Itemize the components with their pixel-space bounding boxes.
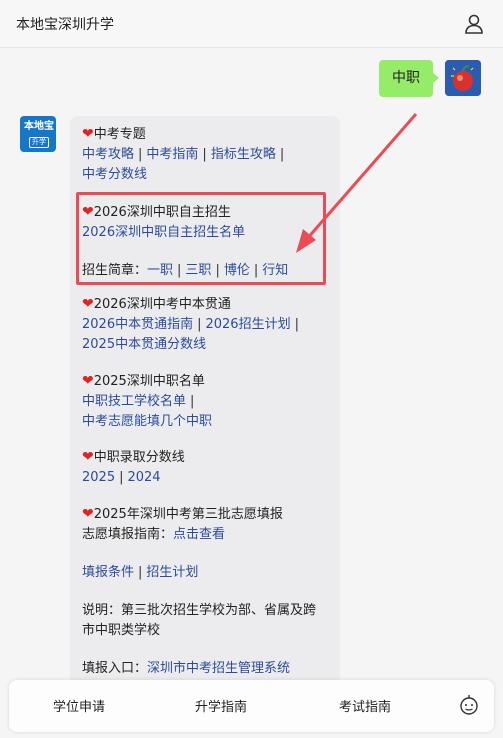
separator: | bbox=[119, 470, 124, 485]
section-title: 2025年深圳中考第三批志愿填报 bbox=[93, 507, 283, 522]
link-year-2025[interactable]: 2025 bbox=[82, 470, 115, 485]
link-exam-scores[interactable]: 中考分数线 bbox=[82, 167, 147, 182]
bot-avatar: 本地宝 升学 bbox=[20, 116, 56, 152]
link-admission-system[interactable]: 深圳市中考招生管理系统 bbox=[147, 661, 290, 676]
link-vocational-choices[interactable]: 中考志愿能填几个中职 bbox=[82, 414, 212, 429]
section-third-batch: ❤2025年深圳中考第三批志愿填报 志愿填报指南：点击查看 填报条件 | 招生计划 … bbox=[82, 504, 332, 679]
tab-exam-guide[interactable]: 考试指南 bbox=[339, 696, 391, 715]
link-technical-school-list[interactable]: 中职技工学校名单 bbox=[82, 394, 186, 409]
apple-icon bbox=[445, 60, 481, 96]
section-integrated-program: ❤2026深圳中考中本贯通 2026中本贯通指南 | 2026招生计划 | 2025中… bbox=[82, 294, 330, 355]
link-integrated-scores[interactable]: 2025中本贯通分数线 bbox=[82, 337, 206, 352]
link-quota-strategy[interactable]: 指标生攻略 bbox=[211, 147, 276, 162]
tab-school-application[interactable]: 学位申请 bbox=[53, 696, 105, 715]
bottom-tab-bar: 学位申请 升学指南 考试指南 bbox=[9, 680, 494, 732]
bot-logo-badge: 升学 bbox=[29, 137, 49, 148]
heart-icon: ❤ bbox=[82, 449, 94, 465]
section-title: 2025深圳中职名单 bbox=[93, 374, 205, 389]
section-title: 中职录取分数线 bbox=[93, 450, 185, 465]
separator: | bbox=[202, 147, 207, 162]
section-exam-topics: ❤中考专题 中考攻略 | 中考指南 | 指标生攻略 | 中考分数线 bbox=[82, 124, 330, 185]
link-exam-strategy[interactable]: 中考攻略 bbox=[82, 147, 134, 162]
section-vocational-list: ❤2025深圳中职名单 中职技工学校名单 | 中考志愿能填几个中职 bbox=[82, 371, 330, 432]
separator: | bbox=[197, 317, 202, 332]
heart-icon: ❤ bbox=[82, 373, 94, 389]
separator: | bbox=[294, 317, 299, 332]
section-admission-scores: ❤中职录取分数线 2025 | 2024 bbox=[82, 447, 330, 488]
heart-icon: ❤ bbox=[82, 296, 94, 312]
app-header: 本地宝深圳升学 bbox=[0, 0, 503, 48]
link-enrollment-plan-2[interactable]: 招生计划 bbox=[146, 565, 198, 580]
highlight-box bbox=[76, 192, 326, 285]
bot-logo-line2: 升学 bbox=[32, 138, 46, 146]
batch-note: 说明：第三批次招生学校为部、省属及跨市中职类学校 bbox=[82, 603, 317, 638]
bot-logo: 本地宝 bbox=[24, 121, 54, 133]
link-view-guide[interactable]: 点击查看 bbox=[173, 527, 225, 542]
heart-icon: ❤ bbox=[82, 126, 94, 142]
link-enrollment-plan[interactable]: 2026招生计划 bbox=[205, 317, 290, 332]
user-icon[interactable] bbox=[463, 13, 485, 35]
link-exam-guide[interactable]: 中考指南 bbox=[146, 147, 198, 162]
section-title: 中考专题 bbox=[93, 127, 146, 142]
separator: | bbox=[138, 565, 143, 580]
tab-admission-guide[interactable]: 升学指南 bbox=[195, 696, 247, 715]
separator: | bbox=[279, 147, 285, 162]
guide-label: 志愿填报指南： bbox=[82, 527, 174, 542]
user-avatar[interactable] bbox=[445, 60, 481, 96]
link-year-2024[interactable]: 2024 bbox=[127, 470, 160, 485]
separator: | bbox=[138, 147, 143, 162]
entry-label: 填报入口： bbox=[82, 661, 148, 676]
link-filling-conditions[interactable]: 填报条件 bbox=[82, 565, 134, 580]
bot-logo-line1: 本地宝 bbox=[24, 121, 54, 132]
page-title: 本地宝深圳升学 bbox=[16, 17, 114, 33]
link-integrated-guide[interactable]: 2026中本贯通指南 bbox=[82, 317, 193, 332]
heart-icon: ❤ bbox=[82, 506, 94, 522]
user-message-bubble: 中职 bbox=[379, 60, 439, 97]
user-message-text: 中职 bbox=[392, 70, 420, 86]
section-title: 2026深圳中考中本贯通 bbox=[93, 297, 231, 312]
separator: | bbox=[190, 394, 195, 409]
robot-icon[interactable] bbox=[458, 694, 480, 716]
